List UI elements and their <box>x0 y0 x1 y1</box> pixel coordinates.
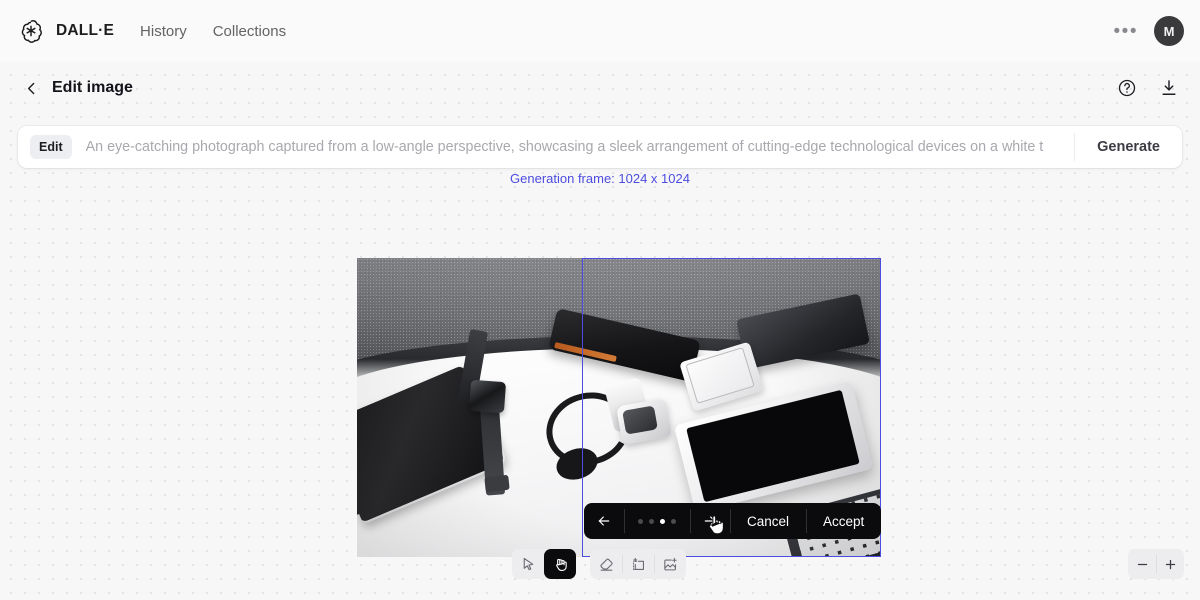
nav-link-collections[interactable]: Collections <box>213 23 286 40</box>
variation-dot-active[interactable] <box>660 518 665 524</box>
variation-dot[interactable] <box>649 518 654 524</box>
variation-action-bar: Cancel Accept <box>584 503 882 539</box>
page-header: Edit image <box>0 62 1200 114</box>
previous-variation-button[interactable] <box>584 503 624 539</box>
chevron-left-icon[interactable] <box>18 75 44 101</box>
dalle-editor-app: DALL·E History Collections ••• M Edit im… <box>0 0 1200 600</box>
openai-logo-icon[interactable] <box>18 18 44 44</box>
accept-button[interactable]: Accept <box>806 503 881 539</box>
download-icon[interactable] <box>1156 75 1182 101</box>
variation-dot[interactable] <box>638 518 643 524</box>
eraser-tool-icon[interactable] <box>590 549 622 579</box>
add-image-tool-icon[interactable] <box>654 549 686 579</box>
next-variation-button[interactable] <box>690 503 730 539</box>
help-circle-icon[interactable] <box>1114 75 1140 101</box>
select-tool-icon[interactable] <box>512 549 544 579</box>
variation-dots[interactable] <box>624 503 690 539</box>
brand-name[interactable]: DALL·E <box>56 22 114 40</box>
pan-tool-icon[interactable] <box>544 549 576 579</box>
avatar[interactable]: M <box>1154 16 1184 46</box>
edit-mode-chip[interactable]: Edit <box>30 135 72 159</box>
zoom-in-button[interactable] <box>1156 549 1184 579</box>
tool-palette-primary <box>512 549 576 579</box>
zoom-out-button[interactable] <box>1128 549 1156 579</box>
prompt-input[interactable]: An eye-catching photograph captured from… <box>86 139 1061 155</box>
tool-palette-secondary <box>590 549 686 579</box>
generate-button[interactable]: Generate <box>1075 126 1182 168</box>
prompt-bar: Edit An eye-catching photograph captured… <box>18 126 1182 168</box>
add-frame-tool-icon[interactable] <box>622 549 654 579</box>
cancel-button[interactable]: Cancel <box>730 503 806 539</box>
generation-frame-label: Generation frame: 1024 x 1024 <box>510 171 690 186</box>
more-options-icon[interactable]: ••• <box>1114 22 1138 41</box>
top-navigation-bar: DALL·E History Collections ••• M <box>0 0 1200 62</box>
nav-link-history[interactable]: History <box>140 23 187 40</box>
variation-dot[interactable] <box>671 518 676 524</box>
page-title: Edit image <box>52 79 133 96</box>
zoom-controls <box>1128 549 1184 579</box>
